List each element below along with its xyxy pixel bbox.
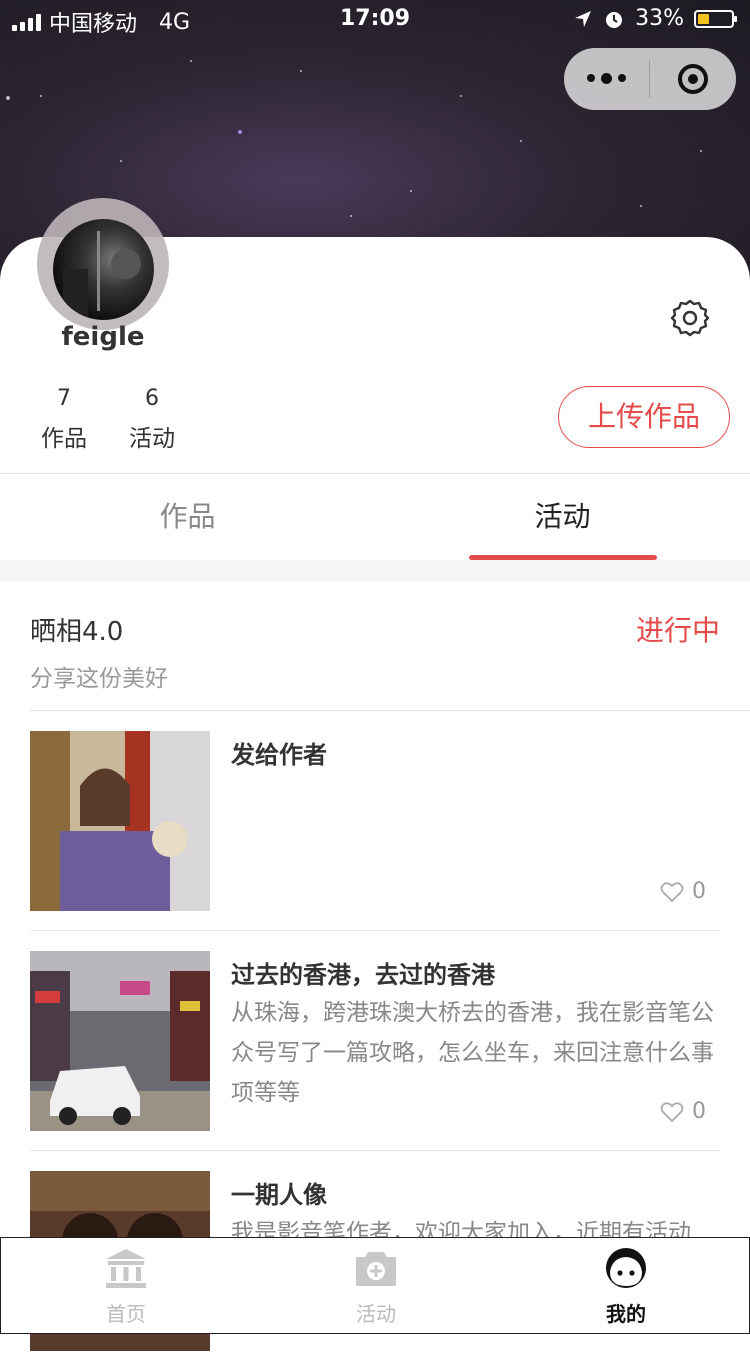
- face-icon: [606, 1248, 646, 1288]
- like-button[interactable]: 0: [660, 1099, 706, 1124]
- battery-percent: 33%: [635, 6, 684, 31]
- like-count: 0: [692, 1099, 706, 1124]
- content-tabs: 作品 活动: [0, 474, 750, 560]
- list-item[interactable]: 过去的香港，去过的香港 从珠海，跨港珠澳大桥去的香港，我在影音笔公众号写了一篇攻…: [0, 931, 750, 1151]
- more-menu-button[interactable]: [564, 73, 649, 84]
- like-count: 0: [692, 879, 706, 904]
- camera-icon: [356, 1252, 396, 1286]
- tabbar-item-home[interactable]: 首页: [1, 1238, 251, 1335]
- activity-subtitle: 分享这份美好: [30, 666, 168, 692]
- bottom-tabbar: 首页 活动 我的: [0, 1237, 750, 1334]
- close-miniprogram-button[interactable]: [650, 64, 736, 94]
- settings-gear-icon[interactable]: [670, 298, 710, 338]
- tabbar-label: 我的: [606, 1302, 646, 1326]
- alarm-icon: [606, 11, 623, 28]
- stat-activities-count: 6: [145, 386, 159, 411]
- username: feigle: [61, 322, 145, 352]
- activity-status-badge: 进行中: [635, 614, 720, 647]
- status-bar: 中国移动 4G 17:09 33%: [0, 0, 750, 40]
- section-gap: [0, 560, 750, 581]
- tabbar-label: 首页: [106, 1302, 146, 1326]
- heart-icon: [660, 881, 684, 902]
- avatar[interactable]: [53, 219, 154, 320]
- item-title: 一期人像: [231, 1181, 327, 1209]
- battery-icon: [694, 9, 737, 28]
- stat-works[interactable]: 7 作品: [29, 386, 99, 453]
- stat-activities-label: 活动: [129, 426, 175, 452]
- target-icon: [678, 64, 708, 94]
- stat-works-label: 作品: [41, 426, 87, 452]
- tabbar-item-me[interactable]: 我的: [501, 1238, 750, 1335]
- work-thumbnail[interactable]: [30, 951, 210, 1131]
- tabbar-item-activities[interactable]: 活动: [251, 1238, 501, 1335]
- work-thumbnail[interactable]: [30, 731, 210, 911]
- tab-activities[interactable]: 活动: [375, 474, 750, 560]
- tabbar-label: 活动: [356, 1302, 396, 1326]
- item-title: 发给作者: [231, 741, 327, 769]
- like-button[interactable]: 0: [660, 879, 706, 904]
- list-item[interactable]: 发给作者 0: [0, 711, 750, 931]
- activity-title: 晒相4.0: [30, 617, 124, 647]
- upload-work-button[interactable]: 上传作品: [558, 386, 730, 448]
- activity-header[interactable]: 晒相4.0 进行中 分享这份美好: [0, 581, 750, 711]
- item-description: 从珠海，跨港珠澳大桥去的香港，我在影音笔公众号写了一篇攻略，怎么坐车，来回注意什…: [231, 1000, 714, 1106]
- tab-works[interactable]: 作品: [0, 474, 375, 560]
- stat-activities[interactable]: 6 活动: [117, 386, 187, 453]
- stat-works-count: 7: [57, 386, 71, 411]
- location-arrow-icon: [575, 10, 592, 27]
- bank-icon: [106, 1249, 146, 1288]
- miniprogram-capsule: [564, 48, 736, 110]
- heart-icon: [660, 1101, 684, 1122]
- item-title: 过去的香港，去过的香港: [231, 961, 495, 989]
